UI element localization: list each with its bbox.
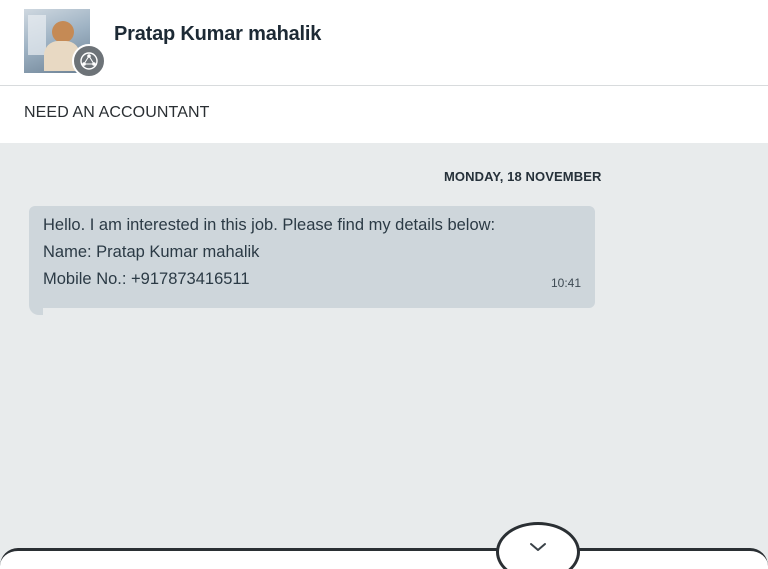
message-line: Name: Pratap Kumar mahalik <box>43 243 260 261</box>
date-separator: MONDAY, 18 NOVEMBER <box>444 169 602 184</box>
message-timestamp: 10:41 <box>550 276 581 290</box>
chevron-down-icon <box>530 543 546 551</box>
subject-bar: NEED AN ACCOUNTANT <box>0 87 768 143</box>
composer-bar[interactable] <box>0 548 768 569</box>
chat-window: Pratap Kumar mahalik NEED AN ACCOUNTANT … <box>0 0 768 569</box>
chat-subject: NEED AN ACCOUNTANT <box>24 104 210 121</box>
avatar-person-head <box>52 21 74 43</box>
network-icon <box>72 44 106 78</box>
message-list[interactable]: MONDAY, 18 NOVEMBER Hello. I am interest… <box>0 143 768 569</box>
chat-header: Pratap Kumar mahalik <box>0 0 768 86</box>
avatar-window-detail <box>28 15 46 55</box>
message-bubble[interactable]: Hello. I am interested in this job. Plea… <box>29 206 595 308</box>
contact-name[interactable]: Pratap Kumar mahalik <box>114 23 321 46</box>
message-line: Hello. I am interested in this job. Plea… <box>43 216 496 234</box>
message-line: Mobile No.: +917873416511 <box>43 270 250 288</box>
